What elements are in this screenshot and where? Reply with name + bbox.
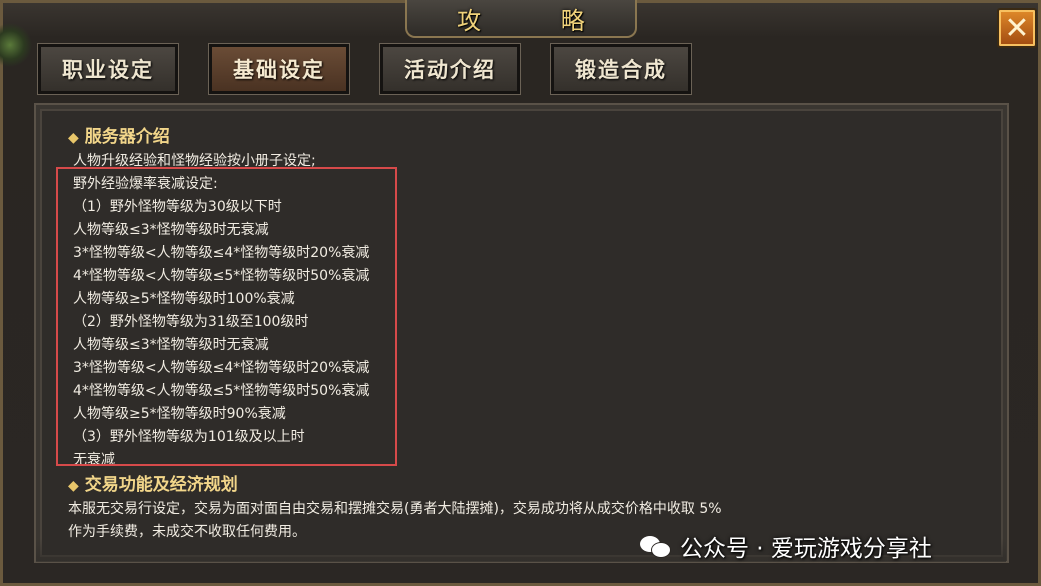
watermark: 公众号 · 爱玩游戏分享社 xyxy=(640,530,932,562)
highlight-box xyxy=(56,167,397,466)
section-heading-text: 服务器介绍 xyxy=(84,127,170,147)
diamond-bullet-icon: ◆ xyxy=(68,478,79,494)
tab-profession[interactable]: 职业设定 xyxy=(37,43,179,95)
tab-events[interactable]: 活动介绍 xyxy=(379,43,521,95)
diamond-bullet-icon: ◆ xyxy=(68,130,79,146)
section-heading: ◆ 交易功能及经济规划 xyxy=(68,472,968,498)
text-line: 本服无交易行设定，交易为面对面自由交易和摆摊交易(勇者大陆摆摊)，交易成功将从成… xyxy=(68,501,722,517)
tab-basic-settings[interactable]: 基础设定 xyxy=(208,43,350,95)
tab-forging[interactable]: 锻造合成 xyxy=(550,43,692,95)
section-heading: ◆ 服务器介绍 xyxy=(68,124,968,150)
close-icon: ✕ xyxy=(1004,10,1030,46)
watermark-text: 公众号 · 爱玩游戏分享社 xyxy=(680,536,932,562)
section-heading-text: 交易功能及经济规划 xyxy=(84,475,238,495)
window-title: 攻 略 xyxy=(457,6,621,35)
chat-bubble-icon xyxy=(640,534,671,558)
close-button[interactable]: ✕ xyxy=(997,8,1037,48)
corner-ornament xyxy=(0,0,40,70)
title-plate: 攻 略 xyxy=(405,0,637,38)
